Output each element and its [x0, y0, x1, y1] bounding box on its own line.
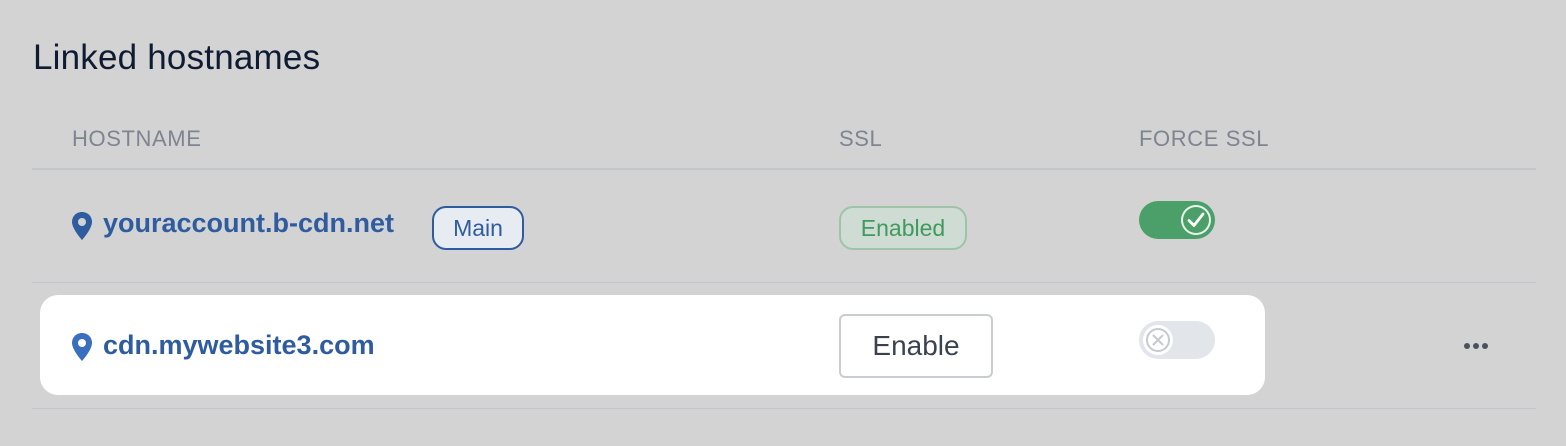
force-ssl-toggle[interactable]	[1139, 201, 1215, 239]
header-divider	[32, 168, 1536, 170]
column-header-hostname: HOSTNAME	[72, 126, 202, 151]
hostname-link[interactable]: cdn.mywebsite3.com	[103, 330, 375, 361]
row-divider	[32, 282, 1536, 283]
x-icon	[1143, 325, 1173, 355]
more-horizontal-icon[interactable]	[1458, 330, 1494, 362]
column-header-ssl: SSL	[839, 126, 883, 151]
hostname-link[interactable]: youraccount.b-cdn.net	[103, 208, 394, 239]
enable-ssl-button[interactable]: Enable	[839, 314, 993, 378]
force-ssl-toggle[interactable]	[1139, 321, 1215, 359]
location-pin-icon	[71, 332, 93, 362]
main-badge: Main	[432, 206, 524, 250]
location-pin-icon	[71, 211, 93, 241]
row-divider	[32, 408, 1536, 409]
ssl-status-badge: Enabled	[839, 206, 967, 250]
check-icon	[1181, 205, 1211, 235]
column-header-force-ssl: FORCE SSL	[1139, 126, 1270, 151]
section-title: Linked hostnames	[33, 38, 321, 77]
